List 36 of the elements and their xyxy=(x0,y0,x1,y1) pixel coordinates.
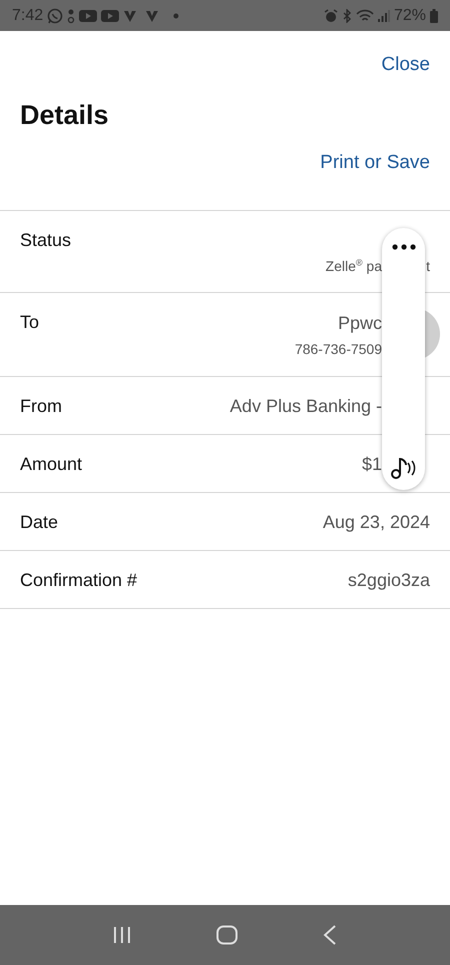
sound-icon[interactable] xyxy=(390,456,418,480)
field-label: Confirmation # xyxy=(20,569,138,592)
v-icon xyxy=(145,8,160,22)
signal-icon xyxy=(378,8,390,22)
video-icon xyxy=(79,8,98,22)
clock-time: 7:42 xyxy=(12,8,44,24)
page-title: Details xyxy=(20,99,110,131)
print-or-save-link[interactable]: Print or Save xyxy=(320,151,430,175)
field-label: Status xyxy=(20,229,72,252)
dots-icon xyxy=(67,8,76,24)
battery-icon xyxy=(430,8,438,22)
field-label: Date xyxy=(20,511,58,534)
field-subvalue: Zelle$^{®}$ pa xyxy=(326,256,382,276)
recent-apps-icon[interactable] xyxy=(112,926,131,944)
field-value: $1 xyxy=(362,453,382,476)
field-subvalue: 786-736-7509 xyxy=(294,340,382,359)
field-label: From xyxy=(20,395,62,418)
close-link[interactable]: Close xyxy=(381,53,430,77)
field-label: Amount xyxy=(20,453,82,476)
chat-icon xyxy=(47,8,64,24)
field-value: Adv Plus Banking - xyxy=(230,395,382,418)
field-value: Ppwc xyxy=(338,312,382,335)
wifi-icon xyxy=(356,8,374,22)
v-icon xyxy=(123,8,138,22)
bluetooth-icon xyxy=(342,8,352,22)
battery-percent: 72% xyxy=(394,8,426,24)
field-label: To xyxy=(20,311,40,334)
home-icon[interactable] xyxy=(216,925,238,945)
field-value: Aug 23, 2024 xyxy=(322,511,430,534)
field-subvalue: t xyxy=(426,257,430,276)
field-value: s2ggio3za xyxy=(348,569,430,592)
back-icon[interactable] xyxy=(323,925,338,945)
video-icon xyxy=(101,8,120,22)
more-icon[interactable] xyxy=(392,244,416,250)
alarm-icon xyxy=(324,8,338,22)
dot-icon xyxy=(173,12,180,18)
